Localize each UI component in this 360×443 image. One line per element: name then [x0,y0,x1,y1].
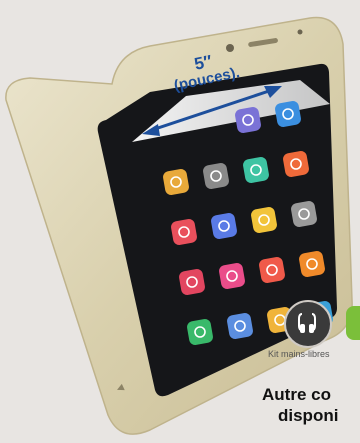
music-icon[interactable] [218,262,246,290]
other-colors-line1: Autre co [262,385,331,404]
person-icon[interactable] [226,312,254,340]
accessory-panel: Kit mains-libres [262,300,360,370]
product-photo: ◀ 5″ (pouces). Kit mains-libres Autre co… [0,0,360,443]
folder-icon[interactable] [282,150,310,178]
accessory-label: Kit mains-libres [268,349,330,359]
microphone-icon[interactable] [234,106,262,134]
dts-icon[interactable] [298,250,326,278]
hand-icon[interactable] [274,100,302,128]
earphones-icon [284,300,332,348]
bulb-icon[interactable] [250,206,278,234]
broom-icon[interactable] [210,212,238,240]
gear-icon[interactable] [290,200,318,228]
clock-icon[interactable] [258,256,286,284]
other-colors-text: Autre co disponi [262,384,360,426]
flashlight-icon[interactable] [162,168,190,196]
sensor-dot [297,29,303,35]
accessory-color-swatch [346,306,360,340]
gallery-icon[interactable] [170,218,198,246]
play-icon[interactable] [178,268,206,296]
radio-icon[interactable] [242,156,270,184]
contacts-icon[interactable] [186,318,214,346]
other-colors-line2: disponi [278,406,339,425]
calculator-icon[interactable] [202,162,230,190]
